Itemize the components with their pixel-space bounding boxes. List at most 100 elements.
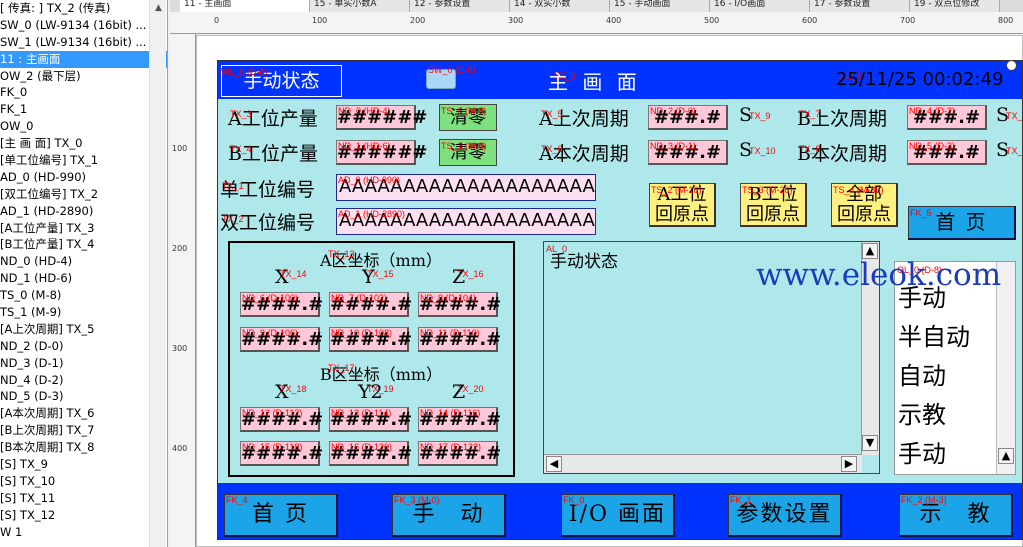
tag-label: FK_2 (M-3) bbox=[901, 495, 947, 505]
tree-item[interactable]: [S] TX_12 bbox=[0, 507, 167, 524]
ruler-number: 400 bbox=[606, 16, 622, 25]
tag-label: TX_1 bbox=[1006, 146, 1023, 156]
tree-item[interactable]: [双工位编号] TX_2 bbox=[0, 186, 167, 203]
tag-label: ND_14 (D-116) bbox=[420, 408, 481, 418]
tag-label: TX_13 bbox=[328, 249, 355, 259]
screen-tab[interactable]: 14 - 双实小数 bbox=[510, 0, 610, 12]
tree-item[interactable]: AD_0 (HD-990) bbox=[0, 169, 167, 186]
tag-label: ND_4 (D-2) bbox=[909, 106, 956, 116]
tag-label: ND_2 (D-0) bbox=[650, 106, 697, 116]
tree-item[interactable]: ND_4 (D-2) bbox=[0, 372, 167, 389]
tree-item[interactable]: ND_5 (D-3) bbox=[0, 388, 167, 405]
ruler-number: 800 bbox=[998, 16, 1014, 25]
tree-scrollbar[interactable]: ▲ bbox=[149, 0, 166, 547]
tag-label: TX_4 bbox=[230, 144, 252, 154]
tree-item[interactable]: [单工位编号] TX_1 bbox=[0, 152, 167, 169]
hmi-screen[interactable]: 手动状态 WL_0 (D-8) SW_0 (D-8) TX_0 主 画 面 DC… bbox=[217, 60, 1023, 540]
screen-tab[interactable]: 15 - 单实小数A bbox=[310, 0, 410, 12]
tag-label: TX_1 bbox=[1006, 111, 1023, 121]
tree-item[interactable]: [ 传真: ] TX_2 (传真) bbox=[0, 0, 167, 17]
tree-item[interactable]: SW_0 (LW-9134 (16bit) ... bbox=[0, 17, 167, 34]
tag-label: ND_6 (D-100) bbox=[242, 293, 299, 303]
tag-label: TX_7 bbox=[799, 109, 821, 119]
tree-item[interactable]: ND_2 (D-0) bbox=[0, 338, 167, 355]
scroll-right-icon[interactable]: ▶ bbox=[841, 456, 857, 472]
scroll-down-icon[interactable]: ▼ bbox=[862, 435, 878, 451]
tag-label: ND_9 (D-106) bbox=[242, 328, 299, 338]
top-ruler: 0 100 200 300 400 500 600 700 800 bbox=[170, 12, 1023, 34]
ruler-number: 100 bbox=[172, 144, 188, 153]
tree-item[interactable]: SW_1 (LW-9134 (16bit) ... bbox=[0, 34, 167, 51]
tag-label: TS_4 (M-36) bbox=[833, 185, 884, 195]
tree-item[interactable]: [S] TX_11 bbox=[0, 490, 167, 507]
tag-label: ND_15 (D-118) bbox=[242, 442, 303, 452]
scroll-up-icon[interactable]: ▲ bbox=[998, 448, 1014, 464]
tag-label: TX_14 bbox=[280, 269, 307, 279]
tree-item[interactable]: [S] TX_10 bbox=[0, 473, 167, 490]
tree-item[interactable]: TS_0 (M-8) bbox=[0, 287, 167, 304]
tree-item[interactable]: [B上次周期] TX_7 bbox=[0, 422, 167, 439]
footer-nav: 首 页 FK_4 手 动 FK_3 (M-0) I/O 画面 FK_0 参数设置… bbox=[218, 483, 1022, 539]
tag-label: ND_0 (HD-4) bbox=[338, 106, 391, 116]
mode-item[interactable]: 半自动 bbox=[898, 317, 970, 352]
tree-item[interactable]: [B本次周期] TX_8 bbox=[0, 439, 167, 456]
mode-option-list[interactable]: OL_0 (D-8) 手动 半自动 自动 示教 手动 ▲ bbox=[894, 261, 1016, 475]
tag-label: TS_1 (M-9) bbox=[441, 141, 487, 151]
screen-tab[interactable]: 12 - 参数设置 bbox=[410, 0, 510, 12]
tree-item[interactable]: OW_0 bbox=[0, 118, 167, 135]
screen-tab[interactable]: 11 - 主画面 bbox=[180, 0, 310, 12]
screen-tab[interactable]: 17 - 参数设置 bbox=[810, 0, 910, 12]
tree-item[interactable]: [主 画 面] TX_0 bbox=[0, 135, 167, 152]
tree-item[interactable]: [A工位产量] TX_3 bbox=[0, 220, 167, 237]
ruler-number: 300 bbox=[508, 16, 524, 25]
tag-label: ND_13 (D-114) bbox=[331, 408, 392, 418]
tag-label: FK_3 (M-0) bbox=[394, 495, 440, 505]
tree-item[interactable]: ND_3 (D-1) bbox=[0, 355, 167, 372]
tag-label: ND_10 (D-108) bbox=[331, 328, 393, 338]
ruler-number: 700 bbox=[900, 16, 916, 25]
tree-item[interactable]: [S] TX_9 bbox=[0, 456, 167, 473]
tag-label: TX_5 bbox=[541, 109, 563, 119]
alarm-text: 手动状态 bbox=[550, 252, 618, 272]
tree-item[interactable]: [A本次周期] TX_6 bbox=[0, 405, 167, 422]
tree-item[interactable]: ND_0 (HD-4) bbox=[0, 253, 167, 270]
mode-list-scrollbar[interactable]: ▲ bbox=[996, 262, 1015, 474]
tree-item[interactable]: [B工位产量] TX_4 bbox=[0, 236, 167, 253]
tree-item[interactable]: 11 : 主画面 bbox=[0, 50, 167, 68]
tree-item[interactable]: FK_1 bbox=[0, 101, 167, 118]
tag-label: TX_8 bbox=[799, 144, 821, 154]
tag-label: ND_8 (D-104) bbox=[420, 293, 477, 303]
tag-label: TX_18 bbox=[280, 384, 307, 394]
tag-label: FK_4 bbox=[226, 495, 248, 505]
scroll-left-icon[interactable]: ◀ bbox=[546, 456, 562, 472]
hmi-header-bar: 手动状态 WL_0 (D-8) SW_0 (D-8) TX_0 主 画 面 DC… bbox=[218, 61, 1022, 99]
tag-label: TX_10 bbox=[749, 146, 776, 156]
resize-handle-icon[interactable] bbox=[1006, 60, 1017, 71]
tag-label: TS_0 (M-8) bbox=[441, 106, 487, 116]
tree-item[interactable]: ND_1 (HD-6) bbox=[0, 270, 167, 287]
tree-item[interactable]: TS_1 (M-9) bbox=[0, 304, 167, 321]
tag-label: TX_20 bbox=[457, 384, 484, 394]
screen-tab[interactable]: 19 - 双点位修改 bbox=[910, 0, 1000, 12]
tree-item[interactable]: [A上次周期] TX_5 bbox=[0, 321, 167, 338]
tag-label: FK_0 bbox=[563, 495, 585, 505]
tree-item[interactable]: AD_1 (HD-2890) bbox=[0, 203, 167, 220]
tag-label: TS_2 (M-16) bbox=[651, 185, 702, 195]
ruler-number: 600 bbox=[802, 16, 818, 25]
tree-item[interactable]: OW_2 (最下层) bbox=[0, 68, 167, 85]
tag-label: ND_17 (D-122) bbox=[420, 442, 482, 452]
tree-item[interactable]: W 1 bbox=[0, 524, 167, 541]
screen-tab[interactable]: 16 - I/O画面 bbox=[710, 0, 810, 12]
scroll-up-icon[interactable]: ▲ bbox=[153, 3, 164, 14]
tag-label: ND_7 (D-102) bbox=[331, 293, 388, 303]
mode-item[interactable]: 示教 bbox=[898, 395, 946, 430]
tag-label: TX_17 bbox=[328, 363, 355, 373]
tree-item[interactable]: FK_0 bbox=[0, 84, 167, 101]
mode-item[interactable]: 自动 bbox=[898, 356, 946, 391]
tag-label: TX_19 bbox=[367, 384, 394, 394]
ruler-number: 200 bbox=[172, 244, 188, 253]
alarm-horizontal-scrollbar[interactable]: ◀ ▶ bbox=[544, 454, 862, 473]
mode-item[interactable]: 手动 bbox=[898, 434, 946, 469]
ruler-number: 200 bbox=[410, 16, 426, 25]
screen-tab[interactable]: 15 - 手动画面 bbox=[610, 0, 710, 12]
